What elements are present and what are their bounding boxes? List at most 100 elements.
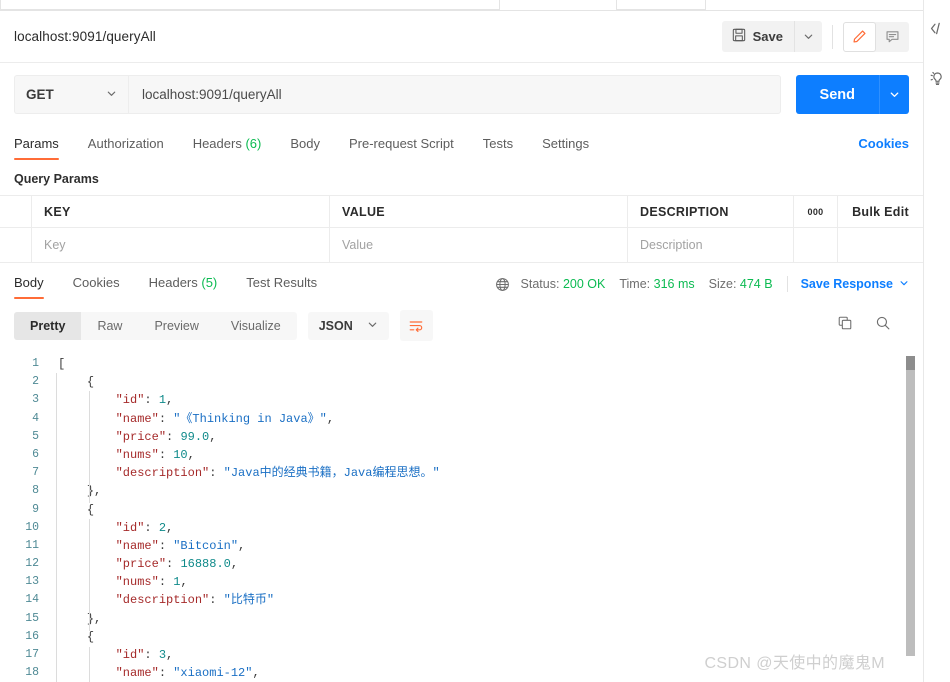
code-token: "id" [115, 648, 145, 662]
response-format-select[interactable]: JSON [307, 311, 389, 340]
response-tab-headers-count: (5) [201, 275, 218, 290]
open-tab-1[interactable] [0, 0, 500, 10]
line-number: 9 [32, 502, 39, 516]
viewer-actions [837, 315, 909, 336]
wrap-lines-button[interactable] [399, 310, 433, 341]
indent-guide [89, 519, 90, 631]
tab-pre-request-script[interactable]: Pre-request Script [349, 136, 454, 160]
code-line: "description": "Java中的经典书籍，Java编程思想。" [58, 464, 923, 482]
code-token: "Bitcoin" [173, 538, 239, 553]
row-checkbox-cell[interactable] [0, 228, 32, 262]
code-token: "《Thinking in Java》" [173, 411, 327, 426]
code-token: : [144, 520, 159, 535]
code-token: 1 [158, 393, 167, 408]
line-number: 16 [25, 629, 39, 643]
save-response-label: Save Response [800, 277, 893, 291]
request-title: localhost:9091/queryAll [14, 29, 156, 44]
code-line: }, [58, 610, 923, 628]
tab-tests[interactable]: Tests [483, 136, 513, 160]
lightbulb-icon[interactable] [927, 68, 947, 88]
code-token: : [158, 575, 174, 590]
line-number: 6 [32, 447, 39, 461]
line-number: 2 [32, 375, 39, 389]
indent-guide [56, 373, 57, 682]
url-input[interactable]: localhost:9091/queryAll [128, 75, 781, 114]
status-value: 200 OK [562, 277, 606, 291]
cookies-link[interactable]: Cookies [858, 136, 909, 160]
request-tab-strip [0, 0, 923, 11]
time-value: 316 ms [653, 277, 695, 291]
vertical-scrollbar-thumb[interactable] [906, 356, 915, 370]
chevron-down-icon [899, 277, 909, 291]
code-token: "Java中的经典书籍，Java编程思想。" [223, 466, 440, 481]
view-mode-raw[interactable]: Raw [81, 312, 138, 340]
code-token: : [166, 429, 181, 444]
code-token: : [144, 393, 159, 408]
save-response-button[interactable]: Save Response [801, 277, 909, 291]
code-token: "price" [115, 557, 167, 572]
tab-body-label: Body [290, 136, 320, 151]
tab-authorization-label: Authorization [87, 136, 164, 151]
tab-body[interactable]: Body [290, 136, 320, 160]
response-viewer-toolbar: Pretty Raw Preview Visualize JSON [0, 299, 923, 352]
copy-icon[interactable] [837, 315, 853, 336]
code-snippet-icon[interactable] [927, 18, 947, 38]
line-number: 14 [25, 593, 39, 607]
param-value-input[interactable]: Value [330, 228, 628, 262]
url-input-value: localhost:9091/queryAll [142, 87, 282, 102]
json-code: 12345678910111213141516171819 [ { "id": … [0, 352, 923, 682]
tab-settings-label: Settings [542, 136, 590, 151]
response-format-label: JSON [318, 318, 353, 333]
code-token: : [144, 648, 159, 662]
code-token: 16888.0 [180, 557, 231, 572]
url-bar: GET localhost:9091/queryAll Send [0, 63, 923, 128]
code-content: [ { "id": 1, "name": "《Thinking in Java》… [50, 355, 923, 682]
globe-icon [495, 277, 510, 292]
tab-headers-label: Headers [192, 136, 242, 151]
save-button[interactable]: Save [721, 21, 795, 52]
tab-settings[interactable]: Settings [542, 136, 589, 160]
row-options-cell [794, 228, 838, 262]
param-description-input[interactable]: Description [628, 228, 794, 262]
tab-authorization[interactable]: Authorization [88, 136, 164, 160]
save-options-caret[interactable] [795, 21, 822, 52]
response-meta: Status: 200 OK Time: 316 ms Size: 474 B … [495, 276, 909, 299]
line-number: 5 [32, 429, 39, 443]
code-token: , [252, 666, 260, 681]
line-number: 3 [32, 393, 39, 407]
send-options-caret[interactable] [879, 75, 909, 114]
view-mode-visualize[interactable]: Visualize [215, 312, 297, 340]
code-token: 3 [158, 648, 167, 662]
response-tab-cookies[interactable]: Cookies [73, 275, 120, 299]
bulk-edit-button[interactable]: Bulk Edit [838, 196, 923, 227]
request-title-bar: localhost:9091/queryAll Save [0, 11, 923, 63]
vertical-scrollbar[interactable] [906, 356, 915, 656]
code-line: "id": 1, [58, 391, 923, 409]
http-method-select[interactable]: GET [14, 75, 128, 114]
floppy-disk-icon [732, 28, 746, 45]
tab-headers[interactable]: Headers (6) [193, 136, 262, 160]
response-tab-headers[interactable]: Headers (5) [149, 275, 218, 299]
send-button[interactable]: Send [795, 75, 879, 114]
view-mode-pretty[interactable]: Pretty [14, 311, 82, 340]
tab-params[interactable]: Params [14, 136, 59, 160]
line-number: 18 [25, 666, 39, 680]
table-options-icon[interactable]: 000 [794, 196, 838, 227]
title-bar-actions: Save [721, 21, 909, 52]
indent-guide [89, 391, 90, 503]
comment-button[interactable] [876, 22, 909, 52]
code-token: : [166, 557, 181, 572]
response-tab-body[interactable]: Body [14, 275, 44, 299]
code-token: "xiaomi-12" [173, 666, 253, 681]
view-mode-preview[interactable]: Preview [138, 312, 214, 340]
param-key-input[interactable]: Key [32, 228, 330, 262]
edit-pencil-button[interactable] [843, 21, 876, 52]
column-header-key: KEY [32, 196, 330, 227]
code-token: , [230, 557, 239, 572]
open-tab-2[interactable] [616, 0, 706, 10]
response-body-viewer[interactable]: 12345678910111213141516171819 [ { "id": … [0, 352, 923, 682]
response-tab-test-results[interactable]: Test Results [246, 275, 317, 299]
code-token: "nums" [115, 575, 159, 590]
search-icon[interactable] [875, 315, 891, 336]
column-header-description: DESCRIPTION [628, 196, 794, 227]
